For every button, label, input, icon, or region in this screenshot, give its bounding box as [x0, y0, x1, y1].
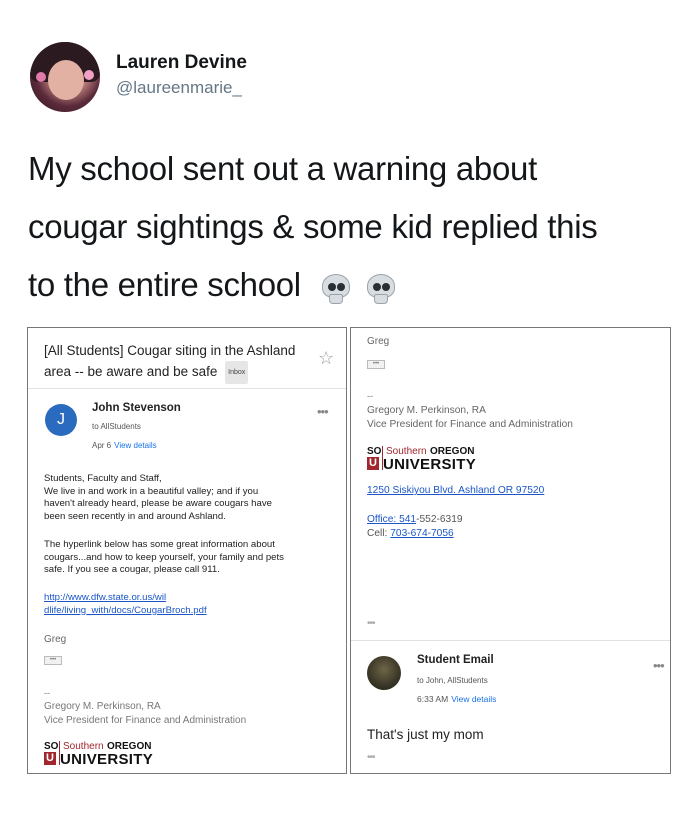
sou-logo: SO U Southern OREGON UNIVERSITY — [367, 446, 507, 473]
logo-text: UNIVERSITY — [60, 751, 154, 768]
signature-title: Vice President for Finance and Administr… — [367, 419, 573, 430]
logo-text: SO — [44, 741, 59, 752]
body-line: cougars...and how to keep yourself, your… — [44, 551, 284, 563]
student-avatar[interactable] — [367, 656, 401, 690]
link-line[interactable]: http://www.dfw.state.or.us/wil — [44, 592, 314, 605]
reply-sender-name[interactable]: Student Email — [417, 654, 494, 666]
trimmed-content-dots[interactable]: ••• — [367, 618, 375, 629]
subject-line: area -- be aware and be safe Inbox — [44, 361, 314, 384]
sender-avatar[interactable]: J — [45, 404, 77, 436]
office-phone: Office: 541-552-6319 — [367, 514, 463, 525]
flower-crown-icon — [36, 72, 46, 82]
recipient-line: to AllStudents — [92, 422, 141, 431]
office-phone-link[interactable]: Office: 541 — [367, 514, 416, 525]
email-screenshot-right: Greg ••• -- Gregory M. Perkinson, RA Vic… — [350, 327, 671, 774]
body-line: We live in and work in a beautiful valle… — [44, 485, 259, 497]
reply-recipients: to John, AllStudents — [417, 676, 488, 685]
logo-text: U — [44, 752, 56, 765]
trimmed-content-dots[interactable]: ••• — [367, 752, 375, 763]
date-text: Apr 6 — [92, 441, 112, 450]
more-options-icon[interactable]: ••• — [317, 404, 329, 419]
skull-icon — [320, 273, 352, 306]
subject-line: [All Students] Cougar siting in the Ashl… — [44, 343, 296, 358]
logo-text: U — [367, 457, 379, 470]
signature-name: Gregory M. Perkinson, RA — [44, 701, 161, 712]
user-handle[interactable]: @laureenmarie_ — [116, 78, 242, 98]
body-line: The hyperlink below has some great infor… — [44, 539, 275, 550]
view-details-link[interactable]: View details — [451, 694, 496, 704]
email-subject: [All Students] Cougar siting in the Ashl… — [44, 340, 314, 384]
show-trimmed-content-button[interactable]: ••• — [367, 360, 385, 369]
email-body-paragraph: The hyperlink below has some great infor… — [44, 539, 314, 577]
body-line: safe. If you see a cougar, please call 9… — [44, 564, 220, 575]
view-details-link[interactable]: View details — [114, 441, 157, 450]
cell-phone: Cell: 703-674-7056 — [367, 528, 454, 539]
show-trimmed-content-button[interactable]: ••• — [44, 656, 62, 665]
tweet-line: My school sent out a warning about — [28, 150, 537, 187]
tweet-line: to the entire school — [28, 256, 678, 316]
sender-name[interactable]: John Stevenson — [92, 402, 181, 414]
email-screenshot-left: [All Students] Cougar siting in the Ashl… — [27, 327, 347, 774]
divider — [351, 640, 670, 641]
signature-separator: -- — [44, 688, 50, 698]
body-line: been seen recently in and around Ashland… — [44, 510, 226, 522]
body-line: Students, Faculty and Staff, — [44, 473, 162, 484]
tweet-line-text: to the entire school — [28, 266, 301, 303]
flower-crown-icon — [84, 70, 94, 80]
office-phone-rest: -552-6319 — [416, 514, 463, 525]
signature-separator: -- — [367, 391, 373, 401]
cougar-info-link[interactable]: http://www.dfw.state.or.us/wil dlife/liv… — [44, 592, 314, 617]
address-link[interactable]: 1250 Siskiyou Blvd. Ashland OR 97520 — [367, 485, 544, 496]
emoji-group — [320, 258, 401, 316]
display-name[interactable]: Lauren Devine — [116, 52, 247, 74]
body-line: haven't already heard, please be aware c… — [44, 498, 272, 509]
reply-message: That's just my mom — [367, 727, 484, 742]
email-body-paragraph: Students, Faculty and Staff, We live in … — [44, 473, 314, 523]
subject-line-text: area -- be aware and be safe — [44, 364, 218, 380]
star-icon[interactable]: ☆ — [318, 348, 334, 369]
inbox-label[interactable]: Inbox — [225, 361, 249, 384]
tweet-text: My school sent out a warning about couga… — [28, 140, 678, 316]
signature-greeting: Greg — [44, 634, 67, 645]
signature-title: Vice President for Finance and Administr… — [44, 715, 247, 726]
divider — [28, 388, 346, 389]
avatar-face — [48, 60, 84, 100]
profile-avatar[interactable] — [30, 42, 100, 112]
cell-label: Cell: — [367, 528, 388, 539]
logo-text: SO — [367, 446, 382, 457]
date-line: Apr 6 View details — [92, 441, 157, 450]
time-text: 6:33 AM — [417, 694, 449, 704]
cell-phone-link[interactable]: 703-674-7056 — [390, 528, 453, 539]
reply-time: 6:33 AM View details — [417, 694, 496, 704]
link-line[interactable]: dlife/living_with/docs/CougarBroch.pdf — [44, 605, 314, 618]
more-options-icon[interactable]: ••• — [653, 658, 665, 673]
signature-greeting: Greg — [367, 336, 390, 347]
skull-icon — [365, 273, 397, 306]
signature-name: Gregory M. Perkinson, RA — [367, 405, 486, 416]
tweet-line: cougar sightings & some kid replied this — [28, 208, 598, 245]
logo-text: UNIVERSITY — [383, 456, 477, 473]
sou-logo: SO U Southern OREGON UNIVERSITY — [44, 741, 184, 768]
